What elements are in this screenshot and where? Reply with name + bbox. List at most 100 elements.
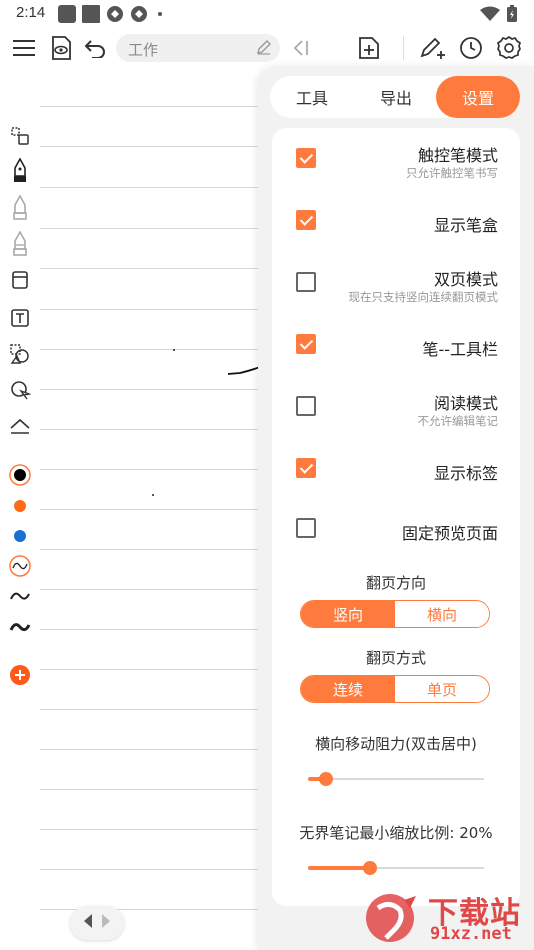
option-title: 显示标签 xyxy=(433,464,498,483)
battery-icon xyxy=(507,5,517,22)
tab-export-label: 导出 xyxy=(379,89,412,108)
flip-mode-continuous[interactable]: 连续 xyxy=(301,676,395,702)
stylus-mode-checkbox[interactable] xyxy=(296,148,316,168)
flip-mode-toggle: 连续 单页 xyxy=(300,675,490,703)
add-page-icon[interactable] xyxy=(355,34,383,62)
more-notifications-dot xyxy=(158,12,162,16)
slider-thumb[interactable] xyxy=(362,861,377,875)
option-stylus-mode[interactable]: 触控笔模式 只允许触控笔书写 xyxy=(272,128,520,188)
sync-icon xyxy=(107,6,123,22)
tab-settings[interactable]: 设置 xyxy=(436,76,520,118)
seg-label: 单页 xyxy=(426,680,457,699)
fountain-pen-icon[interactable] xyxy=(6,157,34,185)
collapse-toolbox-icon[interactable] xyxy=(6,412,34,440)
system-status xyxy=(480,5,518,23)
gear-icon[interactable] xyxy=(495,34,523,62)
shape-tool-icon[interactable] xyxy=(6,340,34,368)
option-subtitle: 不允许编辑笔记 xyxy=(417,414,499,428)
sync-icon xyxy=(131,6,147,22)
settings-card: 触控笔模式 只允许触控笔书写 显示笔盒 双页模式 现在只支持竖向连续翻页模式 笔… xyxy=(272,128,520,906)
notebook-page[interactable] xyxy=(40,70,260,950)
collapse-left-icon[interactable] xyxy=(288,34,316,62)
toolbar-divider xyxy=(403,36,404,60)
option-show-penbox[interactable]: 显示笔盒 xyxy=(272,190,520,250)
show-tags-checkbox[interactable] xyxy=(296,458,316,478)
ink-strokes xyxy=(152,349,260,496)
wifi-icon xyxy=(480,6,500,21)
option-dual-page[interactable]: 双页模式 现在只支持竖向连续翻页模式 xyxy=(272,252,520,312)
add-color-icon[interactable] xyxy=(6,661,34,689)
option-pen-toolbar[interactable]: 笔--工具栏 xyxy=(272,314,520,374)
min-zoom-label: 无界笔记最小缩放比例: 20% xyxy=(299,824,493,842)
flip-direction-toggle: 竖向 横向 xyxy=(300,600,490,628)
menu-icon[interactable] xyxy=(10,34,38,62)
seg-label: 连续 xyxy=(332,680,363,699)
color-orange[interactable] xyxy=(6,492,34,520)
page-navigator xyxy=(70,906,124,940)
watermark-url: 91xz.net xyxy=(430,924,512,944)
option-subtitle: 只允许触控笔书写 xyxy=(406,166,498,180)
tab-tools[interactable]: 工具 xyxy=(270,76,354,118)
clock-icon[interactable] xyxy=(457,34,485,62)
seg-label: 横向 xyxy=(426,605,457,624)
dual-page-checkbox[interactable] xyxy=(296,272,316,292)
note-title: 工作 xyxy=(128,41,159,59)
flip-mode-label: 翻页方式 xyxy=(365,649,426,667)
next-page-icon[interactable] xyxy=(100,913,112,933)
undo-icon[interactable] xyxy=(81,34,109,62)
tab-settings-label: 设置 xyxy=(461,89,494,108)
flip-mode-single[interactable]: 单页 xyxy=(395,676,489,702)
marker-tool-icon[interactable] xyxy=(6,230,34,258)
option-title: 笔--工具栏 xyxy=(422,340,498,359)
color-black-selected[interactable] xyxy=(6,461,34,489)
settings-panel: 工具 导出 设置 触控笔模式 只允许触控笔书写 显示笔盒 双页模式 现在只支持竖… xyxy=(258,66,534,950)
reading-mode-checkbox[interactable] xyxy=(296,396,316,416)
watermark-logo-icon xyxy=(366,894,416,942)
horizontal-resistance-slider[interactable] xyxy=(308,772,484,786)
slider-thumb[interactable] xyxy=(318,772,333,786)
seg-label: 竖向 xyxy=(332,605,363,624)
tab-tools-label: 工具 xyxy=(295,89,328,108)
option-title: 显示笔盒 xyxy=(433,216,498,235)
color-blue[interactable] xyxy=(6,522,34,550)
option-fixed-preview[interactable]: 固定预览页面 xyxy=(272,498,520,558)
horizontal-resistance-label: 横向移动阻力(双击居中) xyxy=(315,735,477,753)
top-toolbar: 工作 xyxy=(0,28,534,68)
status-bar: 2:14 xyxy=(0,0,534,28)
text-tool-icon[interactable] xyxy=(6,304,34,332)
fixed-preview-checkbox[interactable] xyxy=(296,518,316,538)
select-tool-icon[interactable] xyxy=(6,122,34,150)
app-notification-icon xyxy=(58,5,76,23)
stroke-width-medium[interactable] xyxy=(6,582,34,610)
status-time: 2:14 xyxy=(16,4,46,21)
option-title: 触控笔模式 xyxy=(417,146,498,165)
stroke-width-thick[interactable] xyxy=(6,613,34,641)
site-watermark: 下载站 91xz.net xyxy=(364,886,532,948)
previous-page-icon[interactable] xyxy=(82,913,94,933)
lasso-tool-icon[interactable] xyxy=(6,376,34,404)
option-subtitle: 现在只支持竖向连续翻页模式 xyxy=(348,290,499,304)
tab-export[interactable]: 导出 xyxy=(354,76,438,118)
min-zoom-slider[interactable] xyxy=(308,861,484,875)
slider-fill xyxy=(308,866,370,870)
option-reading-mode[interactable]: 阅读模式 不允许编辑笔记 xyxy=(272,376,520,436)
note-title-field[interactable]: 工作 xyxy=(116,34,280,62)
stroke-width-thin-selected[interactable] xyxy=(6,552,34,580)
option-title: 固定预览页面 xyxy=(401,524,498,543)
option-title: 双页模式 xyxy=(433,270,498,289)
flip-direction-vertical[interactable]: 竖向 xyxy=(301,601,395,627)
notification-icons xyxy=(58,5,162,23)
show-penbox-checkbox[interactable] xyxy=(296,210,316,230)
pencil-edit-icon[interactable] xyxy=(256,39,272,59)
option-show-tags[interactable]: 显示标签 xyxy=(272,438,520,498)
flip-direction-horizontal[interactable]: 横向 xyxy=(395,601,489,627)
option-title: 阅读模式 xyxy=(433,394,498,413)
pen-settings-icon[interactable] xyxy=(419,34,447,62)
eraser-icon[interactable] xyxy=(6,266,34,294)
slider-track xyxy=(308,778,484,780)
panel-tabs: 工具 导出 设置 xyxy=(270,76,520,118)
pencil-tool-icon[interactable] xyxy=(6,194,34,222)
pen-toolbar-checkbox[interactable] xyxy=(296,334,316,354)
preview-document-icon[interactable] xyxy=(47,34,75,62)
flip-direction-label: 翻页方向 xyxy=(365,574,426,592)
